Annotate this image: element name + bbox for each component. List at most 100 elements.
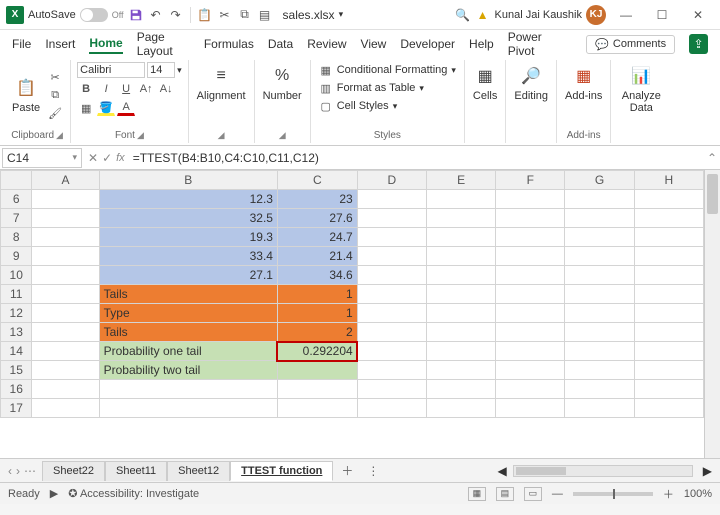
decrease-font[interactable]: A↓ — [157, 81, 175, 97]
increase-font[interactable]: A↑ — [137, 81, 155, 97]
cell[interactable] — [496, 323, 565, 342]
dialog-launcher-icon[interactable]: ◢ — [279, 130, 286, 141]
cell[interactable]: 0.292204 — [277, 342, 357, 361]
macro-icon[interactable]: ▶ — [50, 487, 58, 500]
cell[interactable] — [32, 247, 99, 266]
cell[interactable] — [357, 380, 426, 399]
cell[interactable] — [357, 266, 426, 285]
cell[interactable] — [32, 304, 99, 323]
cell[interactable] — [565, 361, 634, 380]
col-header-F[interactable]: F — [496, 171, 565, 190]
dialog-launcher-icon[interactable]: ◢ — [218, 130, 225, 141]
col-header-G[interactable]: G — [565, 171, 634, 190]
name-box[interactable]: C14▾ — [2, 148, 82, 168]
maximize-button[interactable]: ☐ — [646, 1, 678, 29]
zoom-slider[interactable] — [573, 492, 653, 496]
row-header[interactable]: 7 — [1, 209, 32, 228]
cell[interactable] — [496, 342, 565, 361]
row-header[interactable]: 9 — [1, 247, 32, 266]
cell[interactable]: Tails — [99, 323, 277, 342]
cell[interactable]: 19.3 — [99, 228, 277, 247]
menu-formulas[interactable]: Formulas — [204, 35, 254, 53]
comments-button[interactable]: 💬 Comments — [586, 35, 675, 54]
menu-help[interactable]: Help — [469, 35, 494, 53]
menu-data[interactable]: Data — [268, 35, 293, 53]
cell[interactable] — [496, 266, 565, 285]
row-header[interactable]: 12 — [1, 304, 32, 323]
sheet-tab[interactable]: Sheet22 — [42, 461, 105, 481]
copy-icon[interactable]: ⧉ — [237, 7, 253, 23]
share-button[interactable]: ⇪ — [689, 34, 708, 54]
cell[interactable] — [357, 399, 426, 418]
close-button[interactable]: ✕ — [682, 1, 714, 29]
scroll-right[interactable]: ▶ — [699, 464, 716, 478]
cell[interactable] — [426, 361, 495, 380]
page-layout-view[interactable]: ▤ — [496, 487, 514, 501]
font-color-button[interactable]: A — [117, 100, 135, 116]
cell[interactable] — [634, 361, 703, 380]
cell[interactable]: 34.6 — [277, 266, 357, 285]
toggle-switch[interactable] — [80, 8, 108, 22]
border-button[interactable]: ▦ — [77, 100, 95, 116]
format-as-table[interactable]: ▥Format as Table▾ — [317, 80, 458, 96]
cell[interactable] — [32, 323, 99, 342]
cell[interactable] — [634, 190, 703, 209]
cell[interactable] — [634, 342, 703, 361]
row-header[interactable]: 10 — [1, 266, 32, 285]
col-header-H[interactable]: H — [634, 171, 703, 190]
col-header-A[interactable]: A — [32, 171, 99, 190]
row-header[interactable]: 11 — [1, 285, 32, 304]
cell[interactable] — [496, 190, 565, 209]
menu-power-pivot[interactable]: Power Pivot — [508, 28, 558, 60]
undo-icon[interactable]: ↶ — [148, 7, 164, 23]
cell[interactable]: 1 — [277, 304, 357, 323]
cell[interactable] — [496, 247, 565, 266]
menu-view[interactable]: View — [361, 35, 387, 53]
col-header-B[interactable]: B — [99, 171, 277, 190]
cell[interactable] — [634, 266, 703, 285]
fill-color-button[interactable]: 🪣 — [97, 100, 115, 116]
sheet-menu[interactable]: ⋮ — [361, 464, 385, 478]
normal-view[interactable]: ▦ — [468, 487, 486, 501]
vertical-scrollbar[interactable] — [704, 170, 720, 458]
save-icon[interactable] — [128, 7, 144, 23]
cell[interactable] — [565, 228, 634, 247]
cell[interactable]: 27.6 — [277, 209, 357, 228]
fx-icon[interactable]: fx — [116, 152, 125, 164]
cell[interactable] — [634, 247, 703, 266]
clipboard-icon[interactable]: 📋 — [197, 7, 213, 23]
row-header[interactable]: 14 — [1, 342, 32, 361]
alignment-button[interactable]: ≡ Alignment — [195, 62, 248, 104]
bold-button[interactable]: B — [77, 81, 95, 97]
cell[interactable]: 21.4 — [277, 247, 357, 266]
zoom-level[interactable]: 100% — [684, 488, 712, 500]
cell[interactable] — [277, 380, 357, 399]
cell[interactable]: 27.1 — [99, 266, 277, 285]
enter-formula-icon[interactable]: ✓ — [102, 151, 112, 165]
font-name-select[interactable]: Calibri — [77, 62, 145, 78]
copy-mini[interactable]: ⧉ — [46, 87, 64, 103]
cell[interactable] — [357, 285, 426, 304]
cell[interactable]: 2 — [277, 323, 357, 342]
cell[interactable] — [565, 380, 634, 399]
cell[interactable]: Probability one tail — [99, 342, 277, 361]
cell[interactable] — [32, 228, 99, 247]
sheet-tab[interactable]: TTEST function — [230, 461, 333, 481]
cell[interactable] — [496, 228, 565, 247]
cell[interactable] — [634, 285, 703, 304]
cell[interactable] — [496, 399, 565, 418]
cell[interactable] — [426, 399, 495, 418]
expand-formula-bar[interactable]: ⌃ — [704, 151, 720, 165]
cell[interactable] — [565, 190, 634, 209]
cancel-formula-icon[interactable]: ✕ — [88, 151, 98, 165]
menu-review[interactable]: Review — [307, 35, 346, 53]
cell[interactable] — [32, 190, 99, 209]
accessibility-status[interactable]: ✪ Accessibility: Investigate — [68, 487, 199, 500]
add-sheet-button[interactable]: ＋ — [335, 462, 359, 479]
cell[interactable] — [496, 285, 565, 304]
font-size-select[interactable]: 14 — [147, 62, 175, 78]
editing-button[interactable]: 🔎 Editing — [512, 62, 550, 104]
warning-icon[interactable]: ▲ — [475, 7, 491, 23]
row-header[interactable]: 16 — [1, 380, 32, 399]
search-icon[interactable]: 🔍 — [455, 7, 471, 23]
